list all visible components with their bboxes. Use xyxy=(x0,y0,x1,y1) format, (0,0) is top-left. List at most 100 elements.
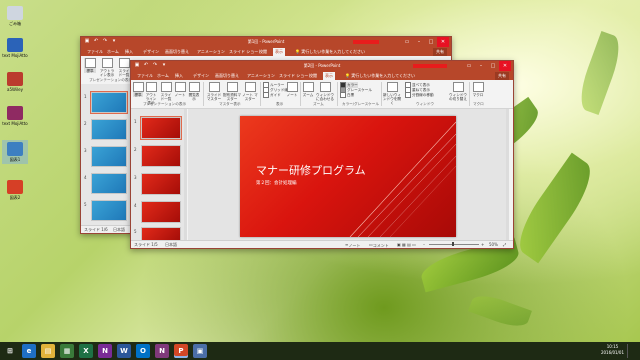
store-icon[interactable]: ▦ xyxy=(60,344,74,358)
editor-scrollbar[interactable] xyxy=(506,109,509,241)
macros-button[interactable]: マクロ xyxy=(472,82,484,97)
outlook-icon[interactable]: O xyxy=(136,344,150,358)
current-slide[interactable]: マナー研修プログラム 第２回：会計処理編 xyxy=(240,116,456,237)
tab-file[interactable]: ファイル xyxy=(135,72,155,80)
desktop-icon-file[interactable]: 図表1 xyxy=(2,140,28,164)
slide-thumbnail[interactable] xyxy=(141,227,181,241)
switch-windows-button[interactable]: ウィンドウの切り替え xyxy=(449,82,467,101)
word-icon[interactable]: W xyxy=(117,344,131,358)
new-window-button[interactable]: 新しいウィンドウを開く xyxy=(383,82,401,105)
zoom-slider-thumb[interactable] xyxy=(452,242,454,246)
slide-editor-area[interactable]: マナー研修プログラム 第２回：会計処理編 xyxy=(188,109,508,241)
normal-view-button[interactable]: 標準 xyxy=(84,58,96,73)
slide-subtitle[interactable]: 第２回：会計処理編 xyxy=(256,180,297,186)
desktop-icon-file[interactable]: text MojiAtto xyxy=(2,38,28,58)
zoom-level[interactable]: 50% xyxy=(489,242,498,247)
slide-thumbnail[interactable] xyxy=(91,119,127,140)
black-white-option[interactable]: 白黒 xyxy=(340,92,354,98)
handout-master-button[interactable]: 配布資料マスター xyxy=(223,82,241,101)
slide-thumbnail[interactable] xyxy=(90,91,128,114)
maximize-button[interactable]: □ xyxy=(425,37,437,47)
slide-title[interactable]: マナー研修プログラム xyxy=(256,162,366,178)
comments-toggle[interactable]: ▭ コメント xyxy=(369,242,389,248)
outline-view-button[interactable]: アウトライン表示 xyxy=(99,58,115,77)
desktop-icon-recycle-bin[interactable]: ごみ箱 xyxy=(2,6,28,26)
close-button[interactable]: ✕ xyxy=(437,37,449,47)
tab-transitions[interactable]: 画面切り替え xyxy=(213,72,241,80)
normal-view-button[interactable]: 標準 xyxy=(133,82,144,97)
app-icon[interactable]: ▣ xyxy=(193,344,207,358)
slide-sorter-button[interactable]: スライド一覧 xyxy=(159,82,173,101)
slide-thumbnail[interactable] xyxy=(141,145,181,167)
system-clock[interactable]: 10:15 2016/01/01 xyxy=(601,344,624,356)
show-desktop-button[interactable] xyxy=(627,344,638,358)
zoom-out-button[interactable]: – xyxy=(423,242,425,247)
view-switch-icons[interactable]: ▣ ▦ ▤ ▭ xyxy=(397,242,416,247)
tab-insert[interactable]: 挿入 xyxy=(173,72,185,80)
reading-view-button[interactable]: 閲覧表示 xyxy=(187,82,201,101)
tab-design[interactable]: デザイン xyxy=(141,48,161,56)
move-split-button[interactable]: 分割線の移動 xyxy=(405,92,434,98)
excel-icon[interactable]: X xyxy=(79,344,93,358)
notes-toggle[interactable]: ≡ ノート xyxy=(345,242,360,248)
tab-insert[interactable]: 挿入 xyxy=(123,48,135,56)
tab-animations[interactable]: アニメーション xyxy=(195,48,227,56)
fit-to-window-button[interactable]: ウィンドウに合わせる xyxy=(315,82,335,101)
desktop-icon-file[interactable]: 図表2 xyxy=(2,180,28,200)
slide-thumbnail-pane[interactable]: 1 2 3 4 5 xyxy=(131,109,187,241)
notes-master-button[interactable]: ノート マスター xyxy=(242,82,258,101)
share-button[interactable]: 共有 xyxy=(495,72,509,80)
thumbnail-scrollbar[interactable] xyxy=(184,109,187,241)
folder-icon xyxy=(7,142,23,156)
tab-review[interactable]: 校閲 xyxy=(257,48,269,56)
slide-thumbnail[interactable] xyxy=(91,173,127,194)
language-indicator[interactable]: 日本語 xyxy=(113,227,125,233)
tab-design[interactable]: デザイン xyxy=(191,72,211,80)
slide-sorter-button[interactable]: スライド一覧 xyxy=(117,58,131,77)
tab-home[interactable]: ホーム xyxy=(105,48,121,56)
tab-review[interactable]: 校閲 xyxy=(307,72,319,80)
notes-page-button[interactable]: ノート xyxy=(174,82,186,97)
slide-thumbnail[interactable] xyxy=(141,201,181,223)
powerpoint-window-front[interactable]: ▣ ↶ ↷ ▾ 第2回 - PowerPoint ▭ – □ ✕ ファイル ホー… xyxy=(130,60,514,249)
language-indicator[interactable]: 日本語 xyxy=(165,242,177,248)
slide-thumbnail[interactable] xyxy=(91,146,127,167)
powerpoint-icon[interactable]: P xyxy=(174,344,188,358)
tell-me-box[interactable]: 💡 実行したい作業を入力してください xyxy=(295,49,365,55)
onenote-icon[interactable]: N xyxy=(155,344,169,358)
zoom-slider[interactable] xyxy=(429,244,479,245)
slide-thumbnail[interactable] xyxy=(140,116,182,140)
guides-checkbox[interactable]: ガイド xyxy=(263,92,281,98)
slide-thumbnail[interactable] xyxy=(91,200,127,221)
close-button[interactable]: ✕ xyxy=(499,61,511,71)
ribbon-display-icon[interactable]: ▭ xyxy=(401,37,413,47)
minimize-button[interactable]: – xyxy=(475,61,487,71)
fit-slide-icon[interactable]: ⤢ xyxy=(503,242,506,247)
file-explorer-icon[interactable]: ▤ xyxy=(41,344,55,358)
ribbon-display-icon[interactable]: ▭ xyxy=(463,61,475,71)
tab-file[interactable]: ファイル xyxy=(85,48,105,56)
maximize-button[interactable]: □ xyxy=(487,61,499,71)
title-bar[interactable]: ▣ ↶ ↷ ▾ 第2回 - PowerPoint ▭ – □ ✕ xyxy=(131,61,513,71)
tab-home[interactable]: ホーム xyxy=(155,72,171,80)
start-button[interactable]: ⊞ xyxy=(3,344,17,358)
tab-transitions[interactable]: 画面切り替え xyxy=(163,48,191,56)
zoom-button[interactable]: ズーム xyxy=(302,82,314,97)
slide-thumbnail-pane[interactable]: 1 2 3 4 5 xyxy=(81,84,131,226)
desktop-icon-file[interactable]: a5Wiley xyxy=(2,72,28,92)
notes-button[interactable]: ノート xyxy=(286,82,298,97)
share-button[interactable]: 共有 xyxy=(433,48,447,56)
title-bar[interactable]: ▣ ↶ ↷ ▾ 第1回 - PowerPoint ▭ – □ ✕ xyxy=(81,37,451,47)
divider xyxy=(469,82,470,106)
tab-slideshow[interactable]: スライド ショー xyxy=(227,48,260,56)
tab-animations[interactable]: アニメーション xyxy=(245,72,277,80)
internet-explorer-icon[interactable]: e xyxy=(22,344,36,358)
minimize-button[interactable]: – xyxy=(413,37,425,47)
tab-slideshow[interactable]: スライド ショー xyxy=(277,72,310,80)
zoom-in-button[interactable]: + xyxy=(481,242,484,247)
tell-me-box[interactable]: 💡 実行したい作業を入力してください xyxy=(345,73,415,79)
onenote-icon[interactable]: N xyxy=(98,344,112,358)
slide-thumbnail[interactable] xyxy=(141,173,181,195)
desktop-icon-file[interactable]: text MojiAtto xyxy=(2,106,28,126)
slide-master-button[interactable]: スライド マスター xyxy=(206,82,222,101)
